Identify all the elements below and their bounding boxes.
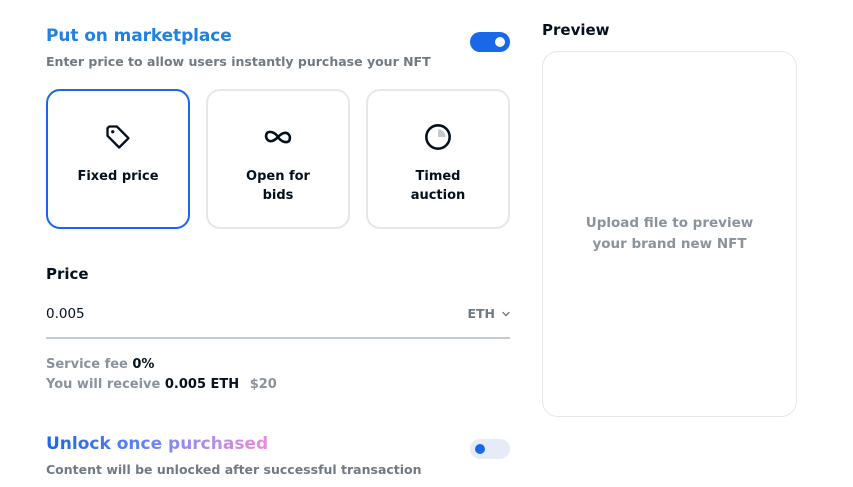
marketplace-title: Put on marketplace [46, 26, 232, 46]
price-field: ETH [46, 296, 510, 339]
timer-icon [422, 121, 454, 153]
toggle-knob [475, 444, 485, 454]
service-fee-label: Service fee [46, 357, 128, 372]
price-label: Price [46, 265, 89, 283]
receive-usd: $20 [249, 377, 277, 392]
service-fee-value: 0% [132, 357, 155, 372]
unlock-toggle[interactable] [470, 439, 510, 459]
currency-select[interactable]: ETH [467, 306, 510, 321]
sale-type-options: Fixed price Open for bids Timed auction [46, 89, 510, 229]
chevron-down-icon [502, 311, 510, 316]
preview-title: Preview [542, 21, 610, 39]
price-tag-icon [102, 121, 134, 153]
preview-placeholder: Upload file to preview your brand new NF… [585, 215, 754, 252]
unlock-title: Unlock once purchased [46, 434, 269, 454]
infinity-icon [262, 121, 294, 153]
sale-type-open-for-bids[interactable]: Open for bids [206, 89, 350, 229]
sale-type-label: Open for bids [246, 169, 310, 203]
sale-type-label: Timed auction [410, 169, 466, 203]
sale-type-fixed-price[interactable]: Fixed price [46, 89, 190, 229]
service-fee-line: Service fee 0% [46, 357, 154, 372]
listing-form: Put on marketplace Enter price to allow … [46, 0, 510, 487]
sale-type-label: Fixed price [77, 169, 159, 184]
receive-line: You will receive 0.005 ETH $20 [46, 377, 277, 392]
receive-label: You will receive [46, 377, 161, 392]
preview-panel: Preview Upload file to preview your bran… [542, 0, 797, 487]
receive-value: 0.005 ETH [164, 377, 240, 392]
price-input[interactable] [46, 304, 426, 324]
marketplace-subtitle: Enter price to allow users instantly pur… [46, 54, 431, 69]
currency-label: ETH [467, 306, 495, 321]
unlock-subtitle: Content will be unlocked after successfu… [46, 462, 422, 477]
marketplace-toggle[interactable] [470, 32, 510, 52]
toggle-knob [495, 37, 505, 47]
preview-box: Upload file to preview your brand new NF… [542, 51, 797, 417]
sale-type-timed-auction[interactable]: Timed auction [366, 89, 510, 229]
